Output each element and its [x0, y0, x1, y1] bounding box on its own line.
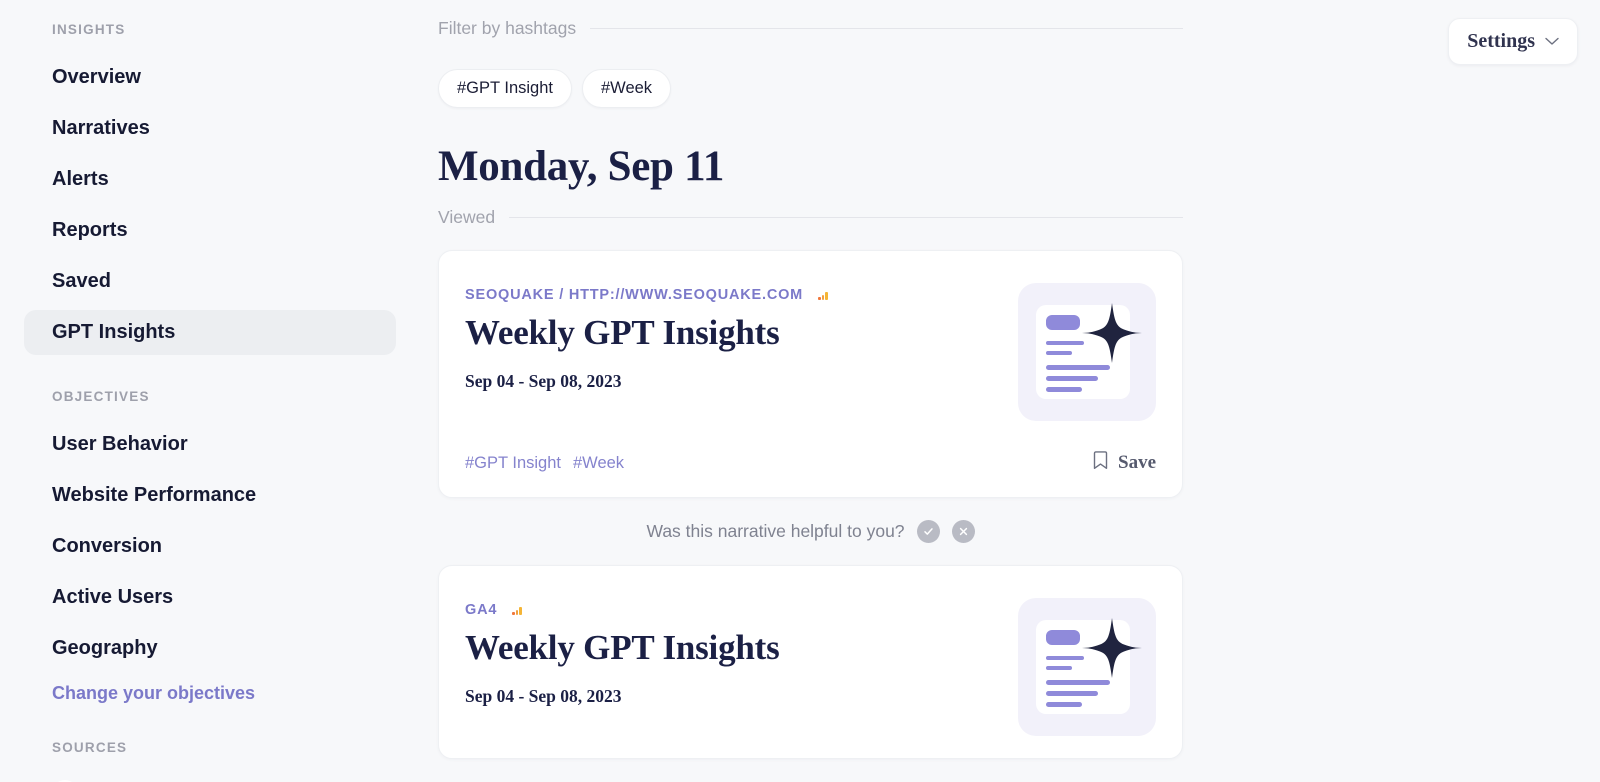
- card-left: GA4 Weekly GPT Insights Sep 04 - Sep 08,…: [465, 600, 998, 707]
- card-source-label: GA4: [465, 602, 498, 618]
- sidebar-group-objectives: OBJECTIVES User Behavior Website Perform…: [24, 389, 396, 710]
- sidebar-group-sources: SOURCES Seoquake / Http://Www... GA4: [24, 740, 396, 782]
- card-date-range: Sep 04 - Sep 08, 2023: [465, 686, 622, 707]
- viewed-section-row: Viewed: [438, 207, 1183, 228]
- divider: [509, 217, 1183, 218]
- card-left: SEOQUAKE / HTTP://WWW.SEOQUAKE.COM Weekl…: [465, 285, 998, 392]
- sidebar-item-gpt-insights[interactable]: GPT Insights: [24, 310, 396, 355]
- sidebar-item-geography[interactable]: Geography: [24, 626, 396, 671]
- filter-by-hashtags-row: Filter by hashtags: [438, 18, 1183, 39]
- x-circle-icon[interactable]: [951, 520, 975, 543]
- sidebar-item-user-behavior[interactable]: User Behavior: [24, 422, 396, 467]
- card-date-range: Sep 04 - Sep 08, 2023: [465, 371, 622, 392]
- save-button-label: Save: [1118, 452, 1156, 473]
- card-title: Weekly GPT Insights: [465, 313, 780, 352]
- sparkle-document-icon: [1018, 283, 1156, 421]
- sparkle-document-icon: [1018, 598, 1156, 736]
- chevron-down-icon: [1545, 33, 1559, 51]
- change-objectives-link[interactable]: Change your objectives: [24, 677, 396, 710]
- card-footer: #GPT Insight #Week Save: [465, 451, 1156, 475]
- analytics-bar-icon: [507, 600, 528, 620]
- hashtag-chip-week[interactable]: #Week: [582, 69, 672, 108]
- feedback-question: Was this narrative helpful to you?: [646, 521, 905, 541]
- card-title: Weekly GPT Insights: [465, 628, 780, 667]
- sidebar-source-seoquake[interactable]: Seoquake / Http://Www...: [24, 773, 396, 782]
- page-title: Monday, Sep 11: [438, 143, 725, 190]
- card-source-row: GA4: [465, 600, 998, 620]
- main-content: Settings Filter by hashtags #GPT Insight…: [420, 0, 1600, 782]
- sidebar-item-narratives[interactable]: Narratives: [24, 106, 396, 151]
- sidebar-group-insights: INSIGHTS Overview Narratives Alerts Repo…: [24, 22, 396, 355]
- app-root: INSIGHTS Overview Narratives Alerts Repo…: [0, 0, 1600, 782]
- content-column: Filter by hashtags #GPT Insight #Week Mo…: [438, 18, 1183, 759]
- hashtag-chip-gpt-insight[interactable]: #GPT Insight: [438, 69, 572, 108]
- sidebar-item-website-performance[interactable]: Website Performance: [24, 473, 396, 518]
- hashtag-filter-chips: #GPT Insight #Week: [438, 69, 1183, 108]
- divider: [590, 28, 1183, 29]
- sidebar-heading-sources: SOURCES: [52, 740, 128, 755]
- sidebar-item-conversion[interactable]: Conversion: [24, 524, 396, 569]
- viewed-section-label: Viewed: [438, 207, 496, 227]
- sidebar-item-saved[interactable]: Saved: [24, 259, 396, 304]
- sidebar-item-reports[interactable]: Reports: [24, 208, 396, 253]
- save-button[interactable]: Save: [1093, 451, 1156, 475]
- card-tag-gpt-insight[interactable]: #GPT Insight: [465, 454, 561, 473]
- card-body: GA4 Weekly GPT Insights Sep 04 - Sep 08,…: [465, 598, 1156, 736]
- settings-button[interactable]: Settings: [1448, 18, 1578, 65]
- settings-button-label: Settings: [1467, 30, 1535, 52]
- filter-by-hashtags-label: Filter by hashtags: [438, 18, 577, 38]
- sidebar-item-active-users[interactable]: Active Users: [24, 575, 396, 620]
- sidebar-item-alerts[interactable]: Alerts: [24, 157, 396, 202]
- check-circle-icon[interactable]: [916, 520, 940, 543]
- card-source-row: SEOQUAKE / HTTP://WWW.SEOQUAKE.COM: [465, 285, 998, 305]
- sidebar: INSIGHTS Overview Narratives Alerts Repo…: [0, 0, 420, 782]
- feedback-row: Was this narrative helpful to you?: [438, 520, 1183, 543]
- card-source-label: SEOQUAKE / HTTP://WWW.SEOQUAKE.COM: [465, 287, 804, 303]
- bookmark-icon: [1093, 451, 1108, 475]
- sidebar-heading-insights: INSIGHTS: [52, 22, 126, 37]
- sidebar-item-overview[interactable]: Overview: [24, 55, 396, 100]
- insight-card[interactable]: GA4 Weekly GPT Insights Sep 04 - Sep 08,…: [438, 565, 1183, 759]
- insight-card[interactable]: SEOQUAKE / HTTP://WWW.SEOQUAKE.COM Weekl…: [438, 250, 1183, 498]
- analytics-bar-icon: [813, 285, 834, 305]
- card-tags: #GPT Insight #Week: [465, 454, 624, 473]
- sidebar-heading-objectives: OBJECTIVES: [52, 389, 150, 404]
- card-body: SEOQUAKE / HTTP://WWW.SEOQUAKE.COM Weekl…: [465, 283, 1156, 421]
- card-tag-week[interactable]: #Week: [573, 454, 624, 473]
